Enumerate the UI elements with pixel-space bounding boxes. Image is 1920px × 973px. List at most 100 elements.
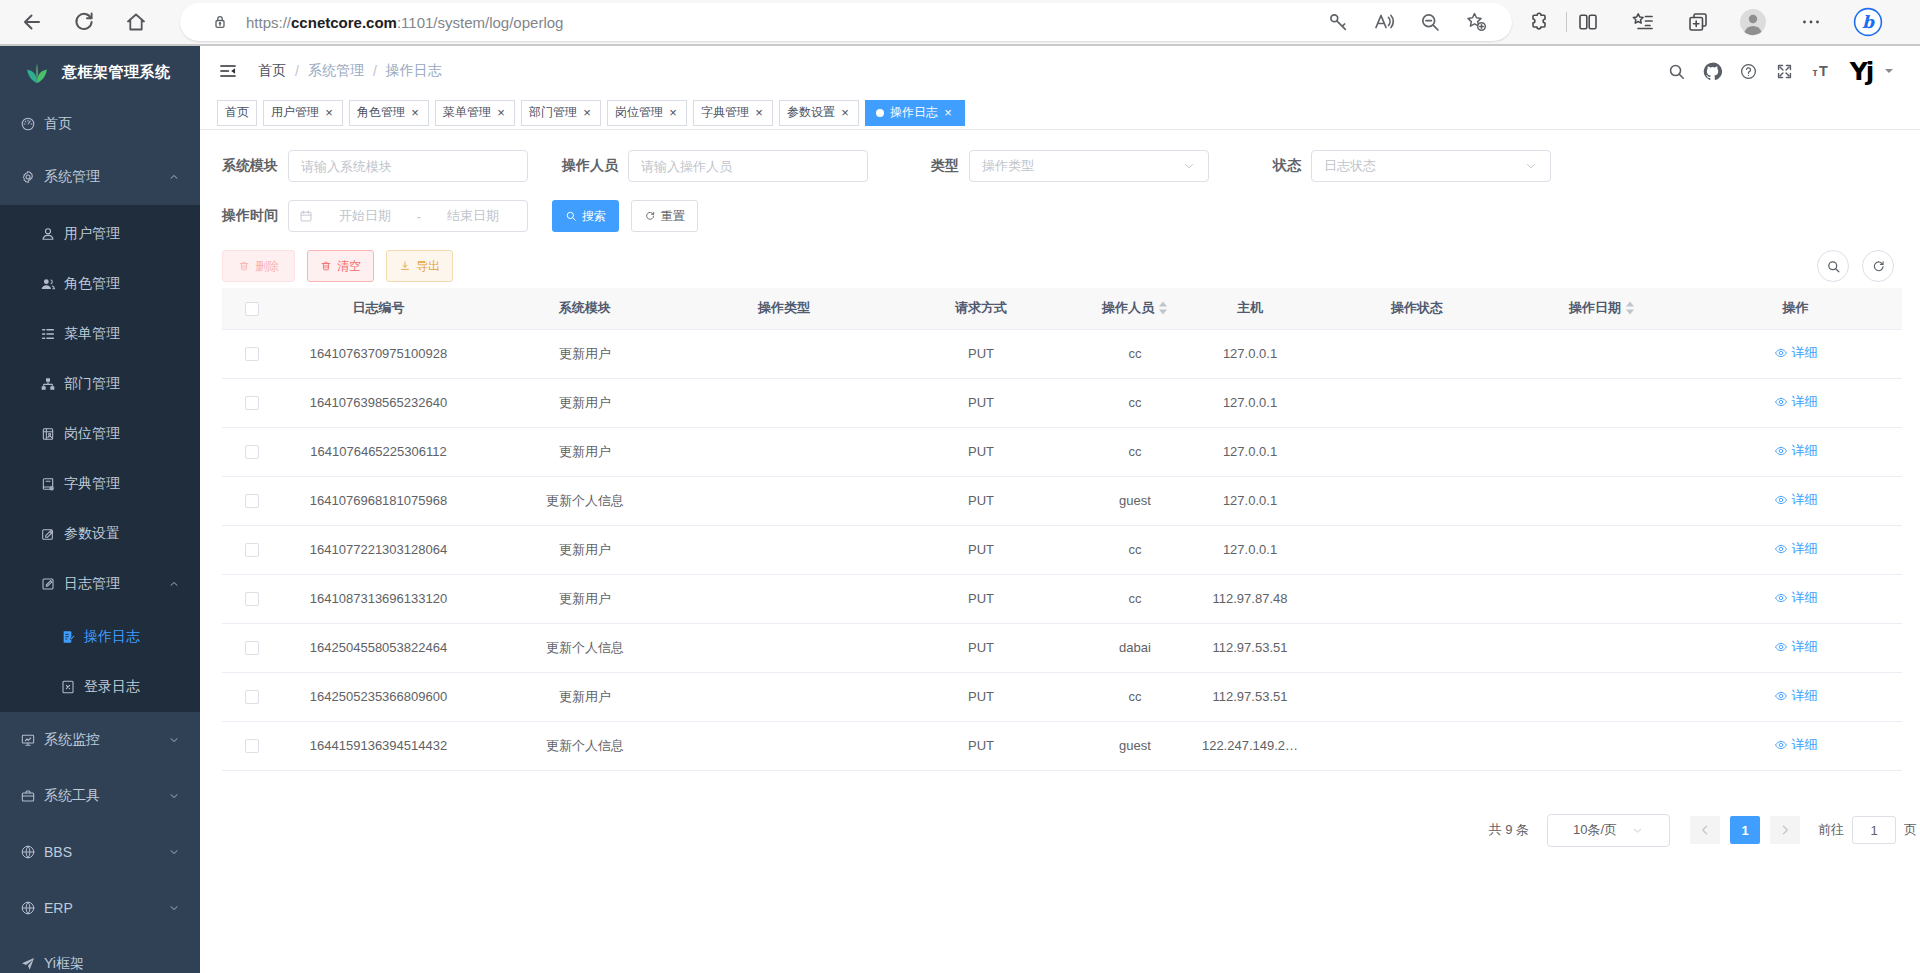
- row-checkbox[interactable]: [245, 543, 259, 557]
- sidebar-item-6[interactable]: 部门管理: [0, 359, 200, 409]
- avatar-caret-icon[interactable]: [1884, 66, 1894, 76]
- row-checkbox[interactable]: [245, 739, 259, 753]
- row-checkbox[interactable]: [245, 641, 259, 655]
- tab-3[interactable]: 角色管理×: [349, 100, 429, 126]
- tab-close-icon[interactable]: ×: [581, 105, 593, 120]
- detail-link[interactable]: 详细: [1774, 491, 1818, 509]
- detail-link[interactable]: 详细: [1774, 344, 1818, 362]
- favorite-add-icon[interactable]: [1464, 10, 1488, 34]
- extensions-icon[interactable]: [1528, 10, 1552, 34]
- browser-back-icon[interactable]: [20, 10, 44, 34]
- tab-7[interactable]: 字典管理×: [693, 100, 773, 126]
- detail-link[interactable]: 详细: [1774, 589, 1818, 607]
- sidebar-item-4[interactable]: 角色管理: [0, 259, 200, 309]
- fullscreen-icon[interactable]: [1775, 62, 1794, 81]
- sidebar-item-17[interactable]: Yi框架: [0, 936, 200, 973]
- row-checkbox[interactable]: [245, 494, 259, 508]
- reset-button[interactable]: 重置: [631, 200, 698, 232]
- url-text[interactable]: https://ccnetcore.com:1101/system/log/op…: [246, 14, 563, 31]
- column-header-5[interactable]: 操作人员: [1089, 288, 1181, 329]
- sort-carets-icon[interactable]: [1625, 299, 1635, 317]
- tab-8[interactable]: 参数设置×: [779, 100, 859, 126]
- help-icon[interactable]: [1739, 62, 1758, 81]
- sidebar-item-16[interactable]: ERP: [0, 880, 200, 936]
- page-size-select[interactable]: 10条/页: [1547, 814, 1670, 847]
- detail-link[interactable]: 详细: [1774, 442, 1818, 460]
- sidebar-item-12[interactable]: 登录日志: [0, 662, 200, 712]
- tab-close-icon[interactable]: ×: [409, 105, 421, 120]
- row-checkbox[interactable]: [245, 592, 259, 606]
- sidebar-item-8[interactable]: 字典管理: [0, 459, 200, 509]
- next-page-button[interactable]: [1770, 816, 1800, 844]
- sidebar-item-5[interactable]: 菜单管理: [0, 309, 200, 359]
- tab-4[interactable]: 菜单管理×: [435, 100, 515, 126]
- row-checkbox[interactable]: [245, 396, 259, 410]
- sidebar-item-2[interactable]: 系统管理: [0, 149, 200, 205]
- detail-link[interactable]: 详细: [1774, 393, 1818, 411]
- module-input[interactable]: [301, 159, 515, 174]
- tab-close-icon[interactable]: ×: [323, 105, 335, 120]
- clear-button[interactable]: 清空: [307, 250, 374, 282]
- tab-1[interactable]: 首页: [217, 100, 257, 126]
- sidebar-item-14[interactable]: 系统工具: [0, 768, 200, 824]
- detail-link[interactable]: 详细: [1774, 687, 1818, 705]
- prev-page-button[interactable]: [1690, 816, 1720, 844]
- tab-close-icon[interactable]: ×: [667, 105, 679, 120]
- header-search-icon[interactable]: [1667, 62, 1686, 81]
- github-icon[interactable]: [1703, 62, 1722, 81]
- refresh-table-button[interactable]: [1862, 250, 1894, 282]
- password-key-icon[interactable]: [1326, 10, 1350, 34]
- sidebar-item-3[interactable]: 用户管理: [0, 209, 200, 259]
- tab-5[interactable]: 部门管理×: [521, 100, 601, 126]
- tab-close-icon[interactable]: ×: [495, 105, 507, 120]
- type-select[interactable]: 操作类型: [969, 150, 1209, 182]
- sidebar-collapse-icon[interactable]: [218, 61, 238, 81]
- search-button[interactable]: 搜索: [552, 200, 619, 232]
- tab-close-icon[interactable]: ×: [753, 105, 765, 120]
- current-page-button[interactable]: 1: [1730, 816, 1760, 844]
- favorites-icon[interactable]: [1631, 10, 1655, 34]
- browser-avatar[interactable]: [1739, 8, 1767, 36]
- goto-page-input[interactable]: 1: [1852, 816, 1896, 844]
- split-screen-icon[interactable]: [1576, 10, 1600, 34]
- sidebar-item-9[interactable]: 参数设置: [0, 509, 200, 559]
- delete-button[interactable]: 删除: [222, 250, 295, 282]
- row-checkbox[interactable]: [245, 347, 259, 361]
- operator-input[interactable]: [641, 159, 855, 174]
- sidebar-item-15[interactable]: BBS: [0, 824, 200, 880]
- sidebar-item-13[interactable]: 系统监控: [0, 712, 200, 768]
- read-aloud-icon[interactable]: [1372, 10, 1396, 34]
- tab-close-icon[interactable]: ×: [839, 105, 851, 120]
- detail-link[interactable]: 详细: [1774, 540, 1818, 558]
- sidebar-item-7[interactable]: 岗位管理: [0, 409, 200, 459]
- sidebar-item-10[interactable]: 日志管理: [0, 559, 200, 609]
- breadcrumb-item[interactable]: 首页: [258, 62, 286, 80]
- bing-icon[interactable]: b: [1853, 7, 1883, 37]
- select-all-checkbox[interactable]: [245, 302, 259, 316]
- detail-link[interactable]: 详细: [1774, 638, 1818, 656]
- collections-icon[interactable]: [1686, 10, 1710, 34]
- font-size-icon[interactable]: тT: [1811, 62, 1830, 81]
- tab-close-icon[interactable]: ×: [942, 105, 954, 120]
- show-search-button[interactable]: [1817, 250, 1849, 282]
- date-range-input[interactable]: 开始日期 - 结束日期: [288, 200, 528, 232]
- breadcrumb-item[interactable]: 系统管理: [308, 62, 364, 80]
- zoom-out-icon[interactable]: [1418, 10, 1442, 34]
- user-avatar[interactable]: Yj: [1844, 56, 1878, 86]
- tab-9[interactable]: 操作日志×: [865, 100, 965, 126]
- tab-2[interactable]: 用户管理×: [263, 100, 343, 126]
- sidebar-item-11[interactable]: 操作日志: [0, 612, 200, 662]
- detail-link[interactable]: 详细: [1774, 736, 1818, 754]
- tab-6[interactable]: 岗位管理×: [607, 100, 687, 126]
- sort-carets-icon[interactable]: [1158, 299, 1168, 317]
- row-checkbox[interactable]: [245, 690, 259, 704]
- sidebar-item-1[interactable]: 首页: [0, 99, 200, 149]
- status-select[interactable]: 日志状态: [1311, 150, 1551, 182]
- column-header-8[interactable]: 操作日期: [1515, 288, 1689, 329]
- row-checkbox[interactable]: [245, 445, 259, 459]
- browser-menu-icon[interactable]: [1799, 10, 1823, 34]
- address-bar[interactable]: https://ccnetcore.com:1101/system/log/op…: [180, 3, 1512, 41]
- export-button[interactable]: 导出: [386, 250, 453, 282]
- browser-refresh-icon[interactable]: [72, 10, 96, 34]
- browser-home-icon[interactable]: [124, 10, 148, 34]
